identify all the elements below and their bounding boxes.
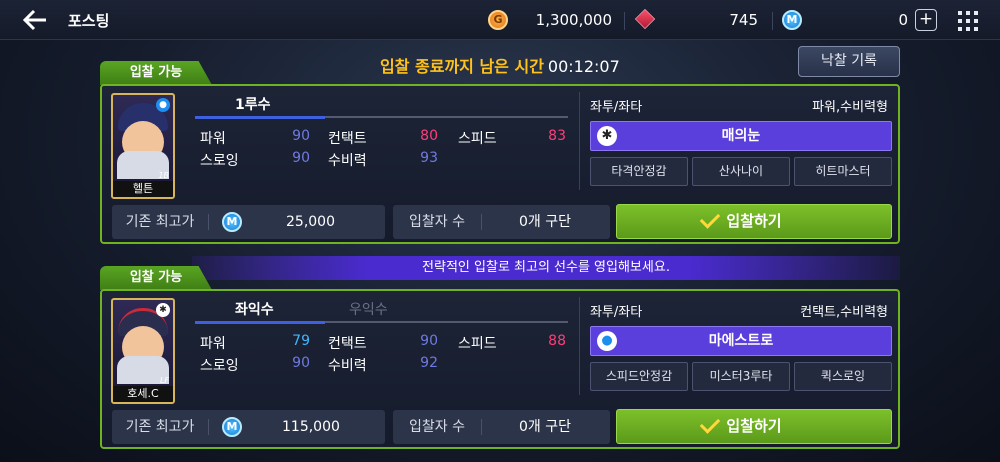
player-name: 호세.C <box>113 386 173 402</box>
tab-right-field[interactable]: 우익수 <box>349 299 388 319</box>
main-skill-label: 마에스트로 <box>708 333 774 349</box>
highest-bid-label: 기존 최고가 <box>125 214 195 230</box>
snowflake-badge-icon: ✱ <box>156 303 170 317</box>
sub-skill-button[interactable]: 산사나이 <box>692 157 790 186</box>
stat-power: 79 <box>292 333 310 349</box>
stat-speed: 88 <box>548 333 566 349</box>
bidders-box: 입찰자 수 0개 구단 <box>393 410 610 444</box>
divider <box>208 214 209 230</box>
tab-first-base[interactable]: 1루수 <box>235 94 271 114</box>
divider <box>624 12 625 30</box>
mileage-amount: 0 <box>898 11 908 29</box>
highest-bid-label: 기존 최고가 <box>125 419 195 435</box>
ruby-gem-icon <box>634 8 656 30</box>
main-skill-button[interactable]: ● 마에스트로 <box>590 326 892 356</box>
player-card: ✱ LF 호세.C 좌익수 우익수 파워 79 컨택트 90 스피드 88 스로… <box>100 289 900 449</box>
bid-button-label: 입찰하기 <box>726 417 782 435</box>
stat-label: 수비력 <box>328 358 367 374</box>
water-badge-icon: ● <box>156 98 170 112</box>
divider <box>481 419 482 435</box>
bidders-label: 입찰자 수 <box>409 214 465 230</box>
bid-timer: 입찰 종료까지 남은 시간 00:12:07 <box>380 53 620 77</box>
tab-underline <box>195 321 568 324</box>
main-skill-button[interactable]: ✱ 매의눈 <box>590 121 892 151</box>
bid-available-tag: 입찰 가능 <box>100 266 212 290</box>
player-type: 파워,수비력형 <box>812 100 888 115</box>
tab-left-field[interactable]: 좌익수 <box>235 299 274 319</box>
bidders-box: 입찰자 수 0개 구단 <box>393 205 610 239</box>
bidders-value: 0개 구단 <box>519 419 571 435</box>
m-coin-icon: M <box>222 417 242 437</box>
main-skill-label: 매의눈 <box>721 128 761 144</box>
stat-label: 컨택트 <box>328 131 367 147</box>
stat-contact: 90 <box>420 333 438 349</box>
promo-banner: 전략적인 입찰로 최고의 선수를 영입해보세요. <box>192 256 900 280</box>
check-icon <box>699 208 721 229</box>
gem-amount: 745 <box>729 11 758 29</box>
player-type: 컨택트,수비력형 <box>800 305 888 320</box>
stat-throw: 90 <box>292 355 310 371</box>
stat-throw: 90 <box>292 150 310 166</box>
m-coin-icon: M <box>782 10 802 30</box>
stat-label: 스로잉 <box>200 358 239 374</box>
menu-grid-icon[interactable] <box>958 11 978 31</box>
back-arrow-icon[interactable] <box>22 9 48 31</box>
position-code: LF <box>159 376 169 385</box>
stat-label: 파워 <box>200 131 226 147</box>
throw-bat-hand: 좌투/좌타 <box>590 305 643 320</box>
stat-label: 수비력 <box>328 153 367 169</box>
add-mileage-button[interactable]: + <box>915 9 937 31</box>
stat-label: 파워 <box>200 336 226 352</box>
check-icon <box>699 413 721 434</box>
player-name: 헬튼 <box>113 181 173 197</box>
m-coin-icon: M <box>222 212 242 232</box>
stat-speed: 83 <box>548 128 566 144</box>
divider <box>579 92 580 190</box>
divider <box>772 12 773 30</box>
bid-button[interactable]: 입찰하기 <box>616 204 892 239</box>
gold-amount: 1,300,000 <box>535 11 612 29</box>
bid-available-tag: 입찰 가능 <box>100 61 212 85</box>
sub-skill-button[interactable]: 퀵스로잉 <box>794 362 892 391</box>
page-title: 포스팅 <box>68 12 110 30</box>
highest-bid-value: 25,000 <box>286 214 335 230</box>
sub-skill-button[interactable]: 미스터3루타 <box>692 362 790 391</box>
divider <box>481 214 482 230</box>
stat-defense: 92 <box>420 355 438 371</box>
timer-value: 00:12:07 <box>547 57 620 76</box>
stat-defense: 93 <box>420 150 438 166</box>
stat-label: 스피드 <box>458 131 497 147</box>
stat-label: 스피드 <box>458 336 497 352</box>
star-skill-icon: ✱ <box>597 126 617 146</box>
divider <box>208 419 209 435</box>
gold-coin-icon: G <box>488 10 508 30</box>
sub-skill-button[interactable]: 타격안정감 <box>590 157 688 186</box>
timer-label: 입찰 종료까지 남은 시간 <box>380 57 544 76</box>
bidders-label: 입찰자 수 <box>409 419 465 435</box>
water-drop-skill-icon: ● <box>597 331 617 351</box>
divider <box>579 297 580 395</box>
bid-button[interactable]: 입찰하기 <box>616 409 892 444</box>
player-card: ● 1B 헬튼 1루수 파워 90 컨택트 80 스피드 83 스로잉 90 수… <box>100 84 900 244</box>
sub-skill-button[interactable]: 히트마스터 <box>794 157 892 186</box>
bidders-value: 0개 구단 <box>519 214 571 230</box>
highest-bid-value: 115,000 <box>282 419 340 435</box>
bid-history-button[interactable]: 낙찰 기록 <box>798 46 900 77</box>
stat-label: 컨택트 <box>328 336 367 352</box>
throw-bat-hand: 좌투/좌타 <box>590 100 643 115</box>
bid-button-label: 입찰하기 <box>726 212 782 230</box>
player-portrait[interactable]: ● 1B 헬튼 <box>111 93 175 199</box>
stat-label: 스로잉 <box>200 153 239 169</box>
sub-skill-button[interactable]: 스피드안정감 <box>590 362 688 391</box>
highest-bid-box: 기존 최고가 M 115,000 <box>112 410 385 444</box>
position-code: 1B <box>158 171 169 180</box>
highest-bid-box: 기존 최고가 M 25,000 <box>112 205 385 239</box>
stat-contact: 80 <box>420 128 438 144</box>
tab-underline <box>195 116 568 119</box>
top-bar: 포스팅 G 1,300,000 745 M 0 + <box>0 0 1000 40</box>
player-portrait[interactable]: ✱ LF 호세.C <box>111 298 175 404</box>
stat-power: 90 <box>292 128 310 144</box>
